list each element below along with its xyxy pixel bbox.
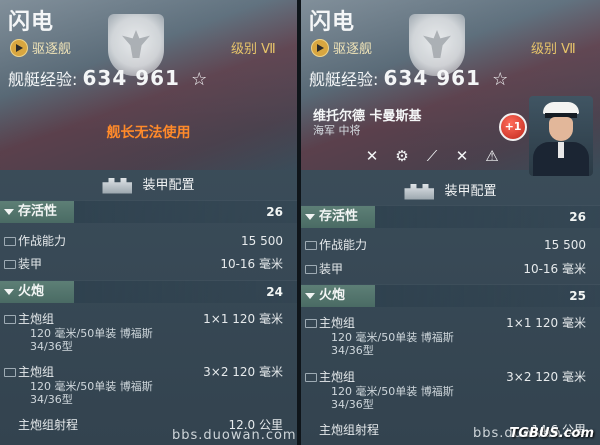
exp-label: 舰艇经验:: [8, 70, 78, 89]
collapse-arrow-icon: [4, 208, 14, 215]
stat-icon: [305, 319, 317, 328]
artillery-score: 25: [569, 289, 586, 303]
ship-tier: 级别 Ⅶ: [231, 42, 276, 57]
stat-icon: [305, 241, 317, 250]
skill-points-badge[interactable]: +1: [499, 113, 527, 141]
stat-row-armor: 装甲 10-16 毫米: [0, 255, 297, 273]
armor-config-icon: [102, 177, 133, 194]
armor-config-icon: [404, 183, 435, 200]
stat-icon: [4, 260, 16, 269]
survivability-score: 26: [266, 205, 283, 219]
main-battery-desc-1: 120 毫米/50单装 博福斯: [331, 331, 454, 344]
main-battery-desc-2: 120 毫米/50单装 博福斯: [331, 385, 454, 398]
ship-panel-left: 闪电 驱逐舰 级别 Ⅶ 舰艇经验: 634 961 ☆ 舰长无法使用 装甲配置 …: [0, 0, 297, 445]
exp-value: 634 961: [82, 66, 180, 90]
ship-class-label: 驱逐舰: [333, 42, 373, 57]
destroyer-class-icon: [311, 39, 329, 57]
survivability-bar[interactable]: 存活性 26: [301, 205, 600, 228]
collapse-arrow-icon: [305, 292, 315, 299]
exp-value: 634 961: [383, 66, 481, 90]
reload-skill-icon[interactable]: ⟋: [421, 145, 443, 167]
turret-skill-icon[interactable]: ⚙: [391, 145, 413, 167]
stat-icon: [4, 368, 16, 377]
armor-config-header[interactable]: 装甲配置: [0, 174, 297, 198]
exp-label: 舰艇经验:: [309, 70, 379, 89]
collapse-arrow-icon: [4, 288, 14, 295]
star-icon[interactable]: ☆: [492, 69, 508, 90]
stat-row-hp: 作战能力 15 500: [0, 232, 297, 250]
main-battery-model-1: 34/36型: [331, 344, 374, 357]
captain-unavailable-text: 舰长无法使用: [106, 125, 191, 141]
stat-icon: [305, 265, 317, 274]
main-battery-row-2: 主炮组 3×2 120 毫米: [0, 363, 297, 381]
survivability-score: 26: [569, 210, 586, 224]
armor-config-header[interactable]: 装甲配置: [301, 180, 600, 204]
star-icon[interactable]: ☆: [191, 69, 207, 90]
armor-config-label: 装甲配置: [142, 178, 195, 193]
stat-icon: [305, 373, 317, 382]
main-battery-model-2: 34/36型: [30, 393, 73, 406]
armor-config-label: 装甲配置: [444, 184, 497, 199]
aa-skill-icon[interactable]: ✕: [451, 145, 473, 167]
stat-icon: [4, 315, 16, 324]
main-battery-row-1: 主炮组 1×1 120 毫米: [301, 314, 600, 332]
tgbus-logo: TGBUS.com: [509, 426, 595, 441]
stat-row-armor: 装甲 10-16 毫米: [301, 260, 600, 278]
captain-portrait[interactable]: [529, 96, 593, 176]
captain-skills: ✕ ⚙ ⟋ ✕ ⚠: [361, 145, 503, 167]
ship-panel-right: 闪电 驱逐舰 级别 Ⅶ 舰艇经验: 634 961 ☆ 维托尔德 卡曼斯基 海军…: [301, 0, 600, 445]
torpedo-skill-icon[interactable]: ✕: [361, 145, 383, 167]
main-battery-row-1: 主炮组 1×1 120 毫米: [0, 310, 297, 328]
stat-icon: [4, 237, 16, 246]
ship-name: 闪电: [309, 10, 356, 35]
collapse-arrow-icon: [305, 213, 315, 220]
captain-rank: 海军 中将: [313, 124, 361, 137]
ship-name: 闪电: [8, 10, 55, 35]
artillery-tab[interactable]: 火炮: [301, 285, 375, 307]
main-battery-row-2: 主炮组 3×2 120 毫米: [301, 368, 600, 386]
ship-class-label: 驱逐舰: [32, 42, 72, 57]
artillery-tab[interactable]: 火炮: [0, 281, 74, 303]
artillery-bar[interactable]: 火炮 24: [0, 280, 297, 303]
watermark: bbs.duowan.com: [172, 428, 297, 443]
main-battery-desc-2: 120 毫米/50单装 博福斯: [30, 380, 153, 393]
survivability-bar[interactable]: 存活性 26: [0, 200, 297, 223]
ship-exp: 舰艇经验: 634 961 ☆: [8, 66, 207, 90]
destroyer-class-icon: [10, 39, 28, 57]
survivability-tab[interactable]: 存活性: [0, 201, 74, 223]
main-battery-model-2: 34/36型: [331, 398, 374, 411]
main-battery-model-1: 34/36型: [30, 340, 73, 353]
warning-skill-icon[interactable]: ⚠: [481, 145, 503, 167]
ship-tier: 级别 Ⅶ: [531, 42, 576, 57]
artillery-bar[interactable]: 火炮 25: [301, 284, 600, 307]
ship-exp: 舰艇经验: 634 961 ☆: [309, 66, 508, 90]
artillery-score: 24: [266, 285, 283, 299]
main-battery-desc-1: 120 毫米/50单装 博福斯: [30, 327, 153, 340]
stat-row-hp: 作战能力 15 500: [301, 236, 600, 254]
survivability-tab[interactable]: 存活性: [301, 206, 375, 228]
